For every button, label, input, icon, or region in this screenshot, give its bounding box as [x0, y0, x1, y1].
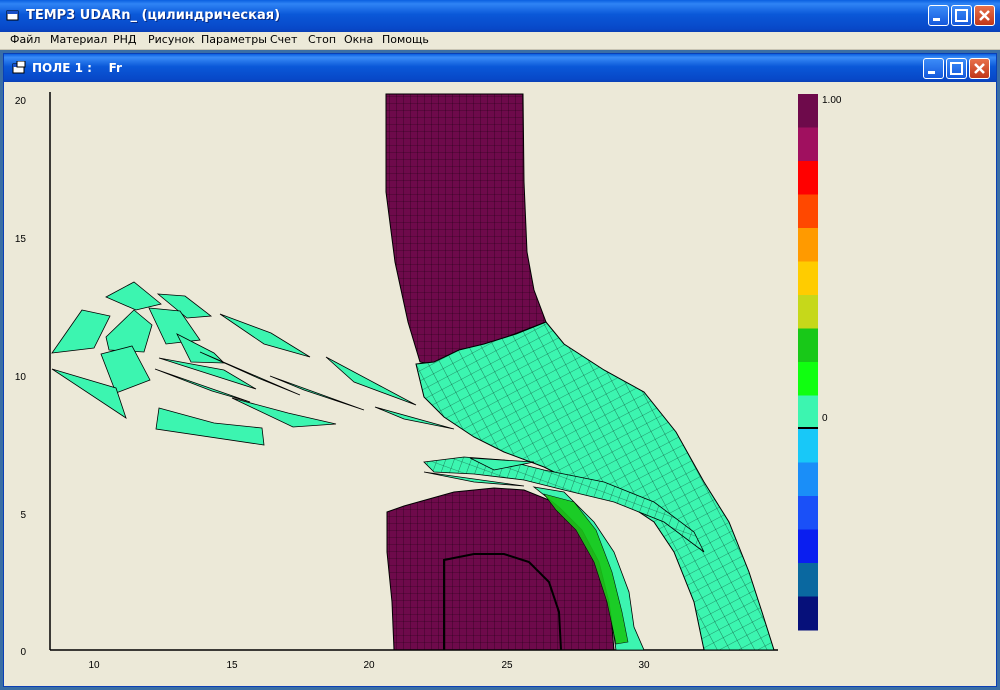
maximize-icon	[955, 9, 968, 22]
minimize-button[interactable]	[928, 5, 949, 26]
menu-file[interactable]: Файл	[10, 33, 40, 46]
colorbar-segment	[798, 94, 818, 128]
minimize-icon	[928, 71, 935, 74]
child-maximize-button[interactable]	[946, 58, 967, 79]
menu-help[interactable]: Помощь	[382, 33, 429, 46]
colorbar-segment	[798, 228, 818, 262]
colorbar-segment	[798, 295, 818, 329]
colorbar-segment	[798, 328, 818, 363]
menu-parameters[interactable]: Параметры	[201, 33, 267, 46]
x-tick-25: 25	[501, 660, 513, 671]
close-button[interactable]	[974, 5, 995, 26]
menu-calc[interactable]: Счет	[270, 33, 297, 46]
field-window-title-bar[interactable]: ПОЛЕ 1 : Fr	[4, 54, 996, 82]
colorbar-segment	[798, 596, 818, 631]
maximize-icon	[950, 62, 963, 75]
colorbar-max-label: 1.00	[822, 95, 842, 106]
x-tick-10: 10	[88, 660, 100, 671]
menu-windows[interactable]: Окна	[344, 33, 373, 46]
y-tick-5: 5	[20, 510, 26, 521]
y-tick-10: 10	[15, 372, 27, 383]
minimize-icon	[933, 18, 940, 21]
colorbar-segment	[798, 395, 818, 430]
menu-bar: Файл Материал РНД Рисунок Параметры Счет…	[0, 32, 1000, 50]
x-tick-30: 30	[638, 660, 650, 671]
field-window[interactable]: ПОЛЕ 1 : Fr 10 15 20 25 30 0 5 10 15 20 …	[3, 53, 997, 687]
colorbar-segment	[798, 127, 818, 162]
y-tick-0: 0	[20, 647, 26, 658]
colorbar-segment	[798, 496, 818, 530]
x-tick-20: 20	[363, 660, 375, 671]
close-icon	[974, 63, 985, 74]
y-tick-labels: 0 5 10 15 20	[15, 96, 27, 658]
field-window-title: ПОЛЕ 1 : Fr	[32, 61, 122, 75]
colorbar-segment	[798, 362, 818, 396]
colorbar-segment	[798, 161, 818, 195]
colorbar-segment	[798, 429, 818, 463]
field-window-icon	[12, 61, 26, 74]
menu-stop[interactable]: Стоп	[308, 33, 336, 46]
app-window-icon	[6, 10, 19, 21]
child-minimize-button[interactable]	[923, 58, 944, 79]
color-scale-bar	[798, 94, 818, 631]
app-title: TEMP3 UDARn_ (цилиндрическая)	[26, 8, 281, 23]
app-title-bar[interactable]: TEMP3 UDARn_ (цилиндрическая)	[0, 0, 1000, 32]
colorbar-segment	[798, 261, 818, 296]
y-tick-15: 15	[15, 234, 27, 245]
y-tick-20: 20	[15, 96, 27, 107]
simulation-plot[interactable]: 10 15 20 25 30 0 5 10 15 20 1.00 0	[4, 82, 996, 686]
projectile-mesh-purple	[385, 93, 547, 366]
colorbar-segment	[798, 563, 818, 597]
maximize-button[interactable]	[951, 5, 972, 26]
menu-figure[interactable]: Рисунок	[148, 33, 195, 46]
close-icon	[979, 10, 990, 21]
x-tick-labels: 10 15 20 25 30	[88, 660, 650, 671]
colorbar-segment	[798, 529, 818, 564]
colorbar-zero-label: 0	[822, 413, 828, 424]
colorbar-segment	[798, 462, 818, 497]
colorbar-segment	[798, 194, 818, 229]
x-tick-15: 15	[226, 660, 238, 671]
child-close-button[interactable]	[969, 58, 990, 79]
menu-material[interactable]: Материал	[50, 33, 107, 46]
menu-rnd[interactable]: РНД	[113, 33, 137, 46]
